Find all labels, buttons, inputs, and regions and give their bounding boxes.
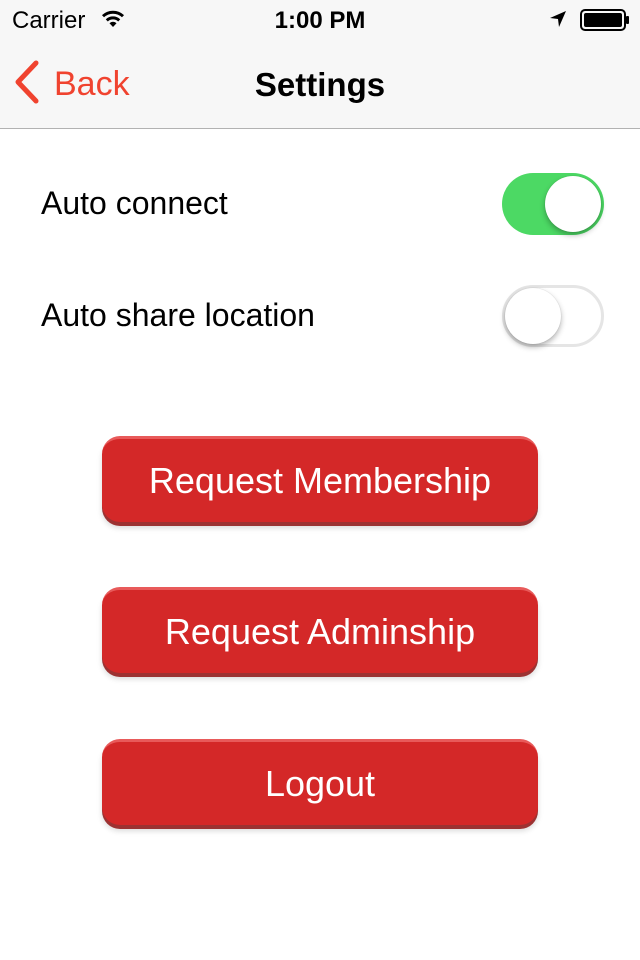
- auto-connect-label: Auto connect: [41, 185, 228, 221]
- auto-connect-toggle[interactable]: [502, 173, 604, 235]
- top-bar: Carrier 1:00 PM Back Settings: [0, 0, 640, 129]
- toggle-knob: [545, 176, 601, 232]
- location-arrow-icon: [548, 9, 568, 34]
- setting-row-auto-share-location: Auto share location: [0, 270, 640, 360]
- status-bar: Carrier 1:00 PM: [0, 0, 640, 40]
- request-membership-button[interactable]: Request Membership: [102, 436, 538, 522]
- setting-row-auto-connect: Auto connect: [0, 158, 640, 248]
- status-time: 1:00 PM: [274, 7, 366, 34]
- request-adminship-button[interactable]: Request Adminship: [102, 587, 538, 673]
- auto-share-location-toggle[interactable]: [502, 285, 604, 347]
- navigation-bar: Back Settings: [0, 40, 640, 128]
- page-title: Settings: [254, 66, 386, 103]
- auto-share-location-label: Auto share location: [41, 297, 315, 333]
- logout-button[interactable]: Logout: [102, 739, 538, 825]
- battery-icon: [580, 9, 630, 36]
- toggle-knob: [505, 288, 561, 344]
